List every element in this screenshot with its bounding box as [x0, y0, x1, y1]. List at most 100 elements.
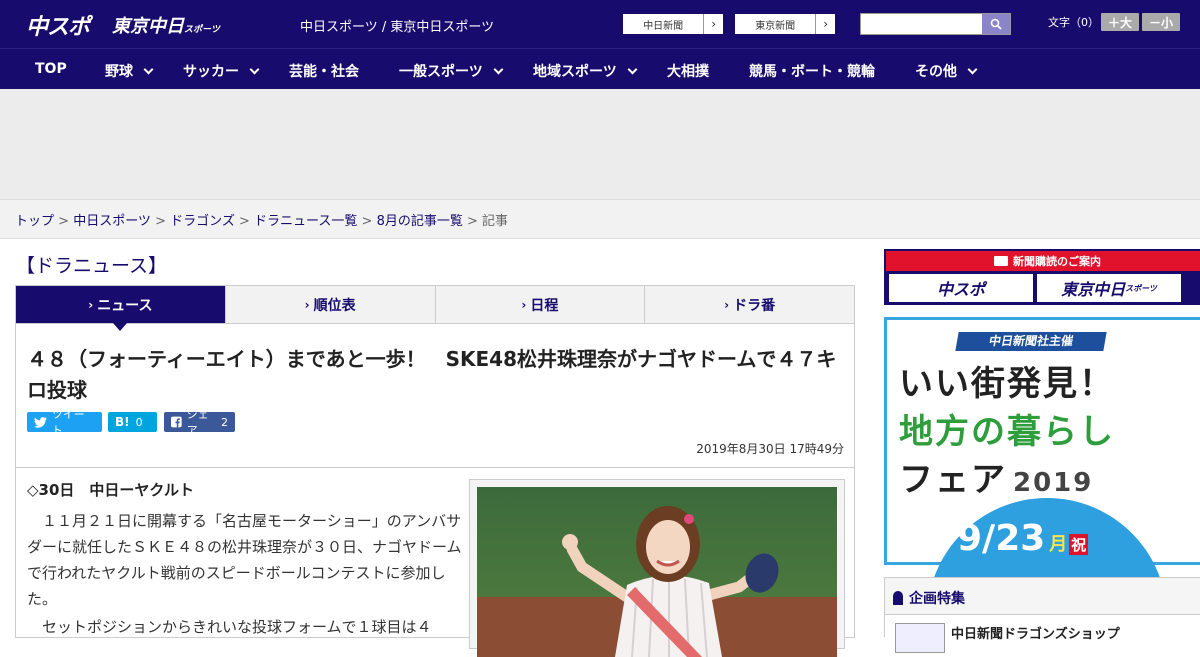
banner-day: 月 [1049, 534, 1068, 555]
main-nav: TOP 野球 サッカー 芸能・社会 一般スポーツ 地域スポーツ 大相撲 競馬・ボ… [0, 48, 1200, 89]
subscribe-tokyo-small: スポーツ [1125, 283, 1157, 293]
article-date: 2019年8月30日 17時49分 [696, 442, 844, 456]
nav-label: その他 [915, 64, 957, 80]
banner-tag: 中日新聞社主催 [955, 332, 1107, 351]
tweet-button[interactable]: ツイート [27, 408, 102, 437]
tokyo-shimbun-button[interactable]: 東京新聞 › [734, 13, 836, 35]
article-header: ４８（フォーティーエイト）まであと一歩！ SKE48松井珠理奈がナゴヤドームで４… [15, 324, 855, 468]
breadcrumb-august[interactable]: 8月の記事一覧 [377, 214, 463, 229]
banner-year: 2019 [1013, 468, 1094, 498]
search-icon [990, 18, 1002, 30]
tokyo-logo-text: 東京中日 [112, 16, 184, 37]
search-button[interactable] [982, 14, 1010, 34]
nav-label: 芸能・社会 [289, 64, 359, 80]
nav-label: 競馬・ボート・競輪 [749, 64, 875, 80]
banner-line2: 地方の暮らし [899, 412, 1115, 452]
feature-box: 企画特集 中日新聞ドラゴンズショップ [884, 577, 1200, 653]
site-links[interactable]: 中日スポーツ / 東京中日スポーツ [300, 16, 494, 35]
tab-news[interactable]: › ニュース [16, 286, 226, 331]
nav-label: 地域スポーツ [533, 64, 617, 80]
feature-item-label: 中日新聞ドラゴンズショップ [951, 627, 1120, 642]
nav-item-general-sports[interactable]: 一般スポーツ [399, 61, 504, 81]
facebook-share-button[interactable]: シェア 2 [164, 408, 235, 437]
twitter-icon [34, 416, 47, 428]
subscription-title: 新聞購読のご案内 [1013, 255, 1101, 268]
nav-label: TOP [35, 61, 67, 77]
search-input[interactable] [861, 14, 983, 34]
breadcrumb-sep: > [150, 214, 171, 229]
tab-label: ドラ番 [733, 297, 776, 314]
banner-holiday: 祝 [1069, 534, 1089, 555]
chunichi-shimbun-label: 中日新聞 [643, 20, 684, 32]
newspaper-icon [994, 256, 1008, 266]
article-title: ４８（フォーティーエイト）まであと一歩！ SKE48松井珠理奈がナゴヤドームで４… [27, 347, 837, 402]
chevron-down-icon [493, 64, 504, 75]
article-paragraph: セットポジションからきれいな投球フォームで１球目は４ [27, 618, 432, 636]
subscription-header: 新聞購読のご案内 [886, 251, 1200, 271]
tweet-label: ツイート [51, 408, 85, 437]
tab-label: ニュース [97, 297, 153, 314]
banner-line1: いい街発見！ [899, 364, 1115, 404]
breadcrumb-chuspo[interactable]: 中日スポーツ [73, 214, 151, 229]
font-size-label: 文字（0） [1048, 16, 1099, 29]
font-larger-button[interactable]: ＋大 [1101, 13, 1139, 31]
article-body: ◇30日 中日ーヤクルト １１月２１日に開幕する「名古屋モーターショー」のアンバ… [15, 468, 855, 657]
article-lead: ◇30日 中日ーヤクルト [27, 481, 194, 499]
nav-item-keiba[interactable]: 競馬・ボート・競輪 [749, 61, 875, 81]
breadcrumb: トップ > 中日スポーツ > ドラゴンズ > ドラニュース一覧 > 8月の記事一… [0, 200, 1200, 239]
subscribe-chuspo-button[interactable]: 中スポ [889, 274, 1033, 302]
nav-item-top[interactable]: TOP [35, 61, 67, 77]
tab-doraban[interactable]: › ドラ番 [645, 286, 854, 323]
event-banner[interactable]: 中日新聞社主催 いい街発見！ 地方の暮らし フェア 2019 9/23 月 祝 [884, 317, 1200, 618]
hatena-count: 0 [135, 415, 143, 429]
nav-item-other[interactable]: その他 [915, 61, 978, 81]
breadcrumb-sep: > [462, 214, 483, 229]
banner-date: 9/23 [957, 518, 1046, 559]
section-title: 【ドラニュース】 [16, 255, 168, 277]
nav-item-sumo[interactable]: 大相撲 [667, 61, 709, 81]
nav-item-entertainment[interactable]: 芸能・社会 [289, 61, 359, 81]
feature-item[interactable]: 中日新聞ドラゴンズショップ [885, 614, 1200, 653]
nav-item-baseball[interactable]: 野球 [105, 61, 154, 81]
article-photo-frame [469, 479, 845, 657]
facebook-share-count: 2 [221, 415, 228, 429]
tab-standings[interactable]: › 順位表 [226, 286, 436, 323]
banner-line3-row: フェア 2019 [899, 452, 1093, 501]
ad-placeholder [0, 89, 1200, 200]
tab-bar: › ニュース › 順位表 › 日程 › ドラ番 [15, 285, 855, 331]
breadcrumb-top[interactable]: トップ [15, 214, 54, 229]
facebook-icon [171, 416, 182, 428]
chevron-right-icon: › [815, 14, 835, 34]
chevron-down-icon [249, 64, 260, 75]
feature-header: 企画特集 [893, 588, 965, 608]
search-box [860, 13, 1011, 35]
article-photo[interactable] [477, 487, 837, 657]
facebook-share-label: シェア [186, 408, 209, 437]
nav-label: 一般スポーツ [399, 64, 483, 80]
banner-line3: フェア [899, 460, 1007, 500]
hatena-bookmark-button[interactable]: B! 0 [108, 412, 157, 432]
chunichi-shimbun-button[interactable]: 中日新聞 › [622, 13, 724, 35]
subscribe-tokyo-label: 東京中日 [1061, 280, 1126, 299]
chevron-right-icon: › [703, 14, 723, 34]
font-smaller-button[interactable]: －小 [1142, 13, 1180, 31]
ribbon-icon [893, 591, 903, 605]
feature-title: 企画特集 [909, 591, 965, 607]
subscribe-tokyo-button[interactable]: 東京中日 スポーツ [1037, 274, 1181, 302]
chevron-right-icon: › [304, 297, 310, 312]
chuspo-logo[interactable]: 中スポ [26, 9, 90, 41]
photo-illustration [477, 487, 837, 657]
breadcrumb-dora-news[interactable]: ドラニュース一覧 [254, 214, 357, 229]
chevron-down-icon [627, 64, 638, 75]
chevron-down-icon [967, 64, 978, 75]
nav-item-local-sports[interactable]: 地域スポーツ [533, 61, 638, 81]
tab-label: 順位表 [313, 297, 356, 314]
tab-schedule[interactable]: › 日程 [436, 286, 646, 323]
nav-item-soccer[interactable]: サッカー [183, 61, 260, 81]
chevron-right-icon: › [88, 297, 94, 312]
breadcrumb-current: 記事 [482, 214, 509, 229]
tokyo-chunichi-logo[interactable]: 東京中日スポーツ [112, 12, 220, 38]
breadcrumb-dragons[interactable]: ドラゴンズ [170, 214, 235, 229]
nav-label: サッカー [183, 64, 239, 80]
breadcrumb-sep: > [234, 214, 255, 229]
